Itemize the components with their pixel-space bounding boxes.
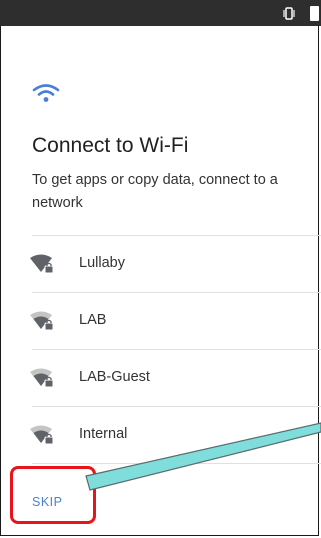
page-subtitle: To get apps or copy data, connect to a n… [32, 172, 278, 211]
network-name: LAB [79, 312, 107, 328]
wifi-lock-icon [30, 311, 54, 331]
skip-button[interactable]: SKIP [32, 495, 63, 509]
wifi-icon [32, 84, 60, 102]
network-name: Internal [79, 426, 128, 442]
wifi-lock-icon [30, 425, 54, 445]
network-name: Lullaby [79, 255, 125, 271]
list-divider [32, 463, 321, 464]
battery-icon [310, 6, 319, 21]
wifi-lock-icon [30, 368, 54, 388]
network-name: LAB-Guest [79, 369, 150, 385]
page-title: Connect to Wi-Fi [32, 134, 189, 157]
network-item-lab-guest[interactable]: LAB-Guest [0, 350, 321, 406]
network-item-lullaby[interactable]: Lullaby [0, 236, 321, 292]
network-item-lab[interactable]: LAB [0, 293, 321, 349]
wifi-lock-icon [30, 254, 54, 274]
status-bar [0, 0, 321, 26]
vibrate-icon [283, 7, 295, 20]
network-item-internal[interactable]: Internal [0, 407, 321, 463]
